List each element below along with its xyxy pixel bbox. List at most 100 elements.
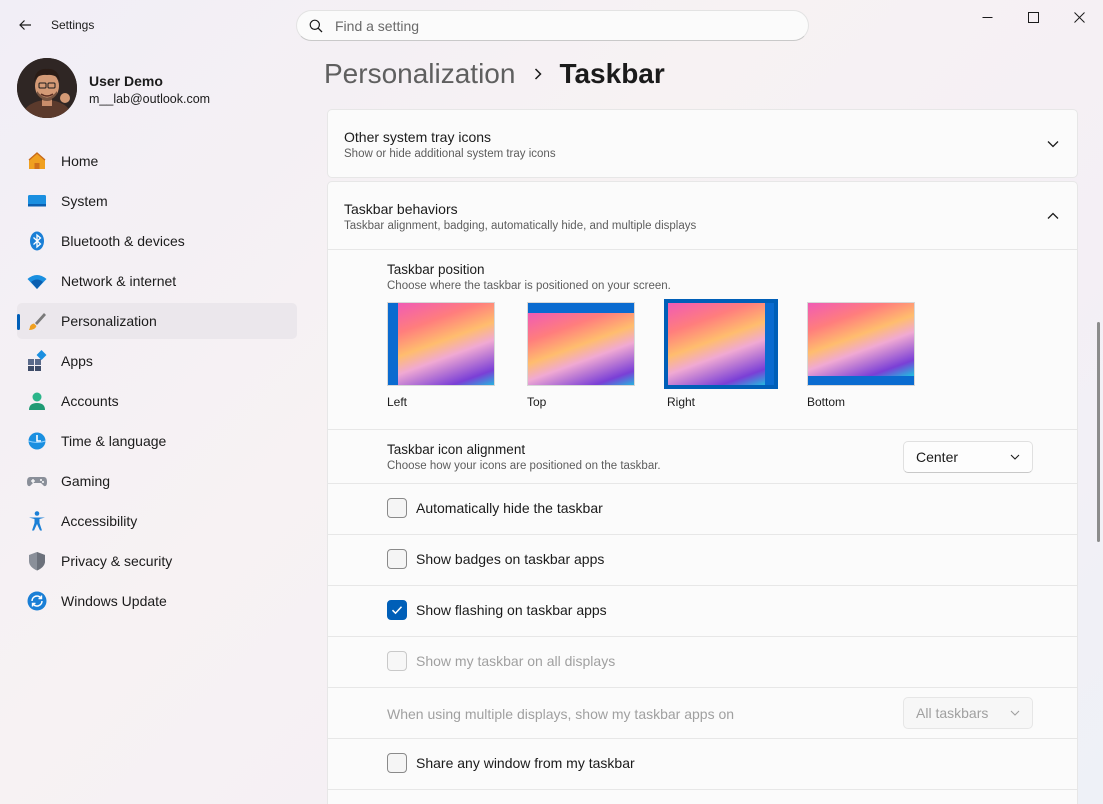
- sidebar-item-personalization[interactable]: Personalization: [17, 303, 297, 339]
- breadcrumb-parent[interactable]: Personalization: [324, 58, 515, 90]
- badges-option[interactable]: Show badges on taskbar apps: [387, 549, 604, 569]
- share-window-option[interactable]: Share any window from my taskbar: [387, 753, 635, 773]
- taskbar-behaviors-card[interactable]: Taskbar behaviors Taskbar alignment, bad…: [327, 181, 1078, 250]
- position-option-right[interactable]: [664, 299, 778, 389]
- title-bar: Settings: [0, 0, 1103, 50]
- close-button[interactable]: [1056, 0, 1102, 34]
- card-subtitle: Taskbar alignment, badging, automaticall…: [344, 220, 697, 232]
- sidebar-item-network[interactable]: Network & internet: [17, 263, 297, 299]
- checkbox-label: Share any window from my taskbar: [416, 755, 635, 771]
- time-language-icon: [26, 430, 48, 452]
- chevron-down-icon: [1010, 710, 1020, 716]
- position-option-left[interactable]: [387, 302, 495, 386]
- all-displays-row: Show my taskbar on all displays: [327, 637, 1078, 688]
- card-title: Taskbar behaviors: [344, 201, 458, 217]
- sidebar-item-windows-update[interactable]: Windows Update: [17, 583, 297, 619]
- taskbar-position-section: Taskbar position Choose where the taskba…: [327, 250, 1078, 430]
- avatar[interactable]: [17, 58, 77, 118]
- section-title: Taskbar position: [387, 262, 485, 277]
- flashing-row: Show flashing on taskbar apps: [327, 586, 1078, 637]
- sidebar-item-label: Gaming: [61, 473, 111, 489]
- sidebar-item-privacy-security[interactable]: Privacy & security: [17, 543, 297, 579]
- chevron-down-icon[interactable]: [1045, 136, 1061, 152]
- auto-hide-row: Automatically hide the taskbar: [327, 484, 1078, 535]
- gamepad-icon: [26, 470, 48, 492]
- section-title: Taskbar icon alignment: [387, 442, 526, 457]
- position-option-top[interactable]: [527, 302, 635, 386]
- position-option-bottom[interactable]: [807, 302, 915, 386]
- back-arrow-icon: [19, 20, 31, 30]
- sidebar-item-label: Personalization: [61, 313, 157, 329]
- all-displays-option: Show my taskbar on all displays: [387, 651, 615, 671]
- chevron-right-icon: [533, 67, 543, 81]
- search-input[interactable]: [335, 17, 775, 34]
- sidebar-item-bluetooth[interactable]: Bluetooth & devices: [17, 223, 297, 259]
- active-indicator: [17, 314, 20, 330]
- auto-hide-option[interactable]: Automatically hide the taskbar: [387, 498, 603, 518]
- icon-alignment-row: Taskbar icon alignment Choose how your i…: [327, 430, 1078, 484]
- search-box[interactable]: [296, 10, 809, 41]
- position-label-right: Right: [667, 395, 696, 409]
- sidebar-item-accounts[interactable]: Accounts: [17, 383, 297, 419]
- multi-display-dropdown: All taskbars: [903, 697, 1033, 729]
- position-label-left: Left: [387, 395, 408, 409]
- auto-hide-checkbox[interactable]: [387, 498, 407, 518]
- apps-icon: [26, 350, 48, 372]
- checkbox-label: Show badges on taskbar apps: [416, 551, 605, 567]
- tray-icons-card[interactable]: Other system tray icons Show or hide add…: [327, 109, 1078, 178]
- sidebar-item-label: Apps: [61, 353, 93, 369]
- update-icon: [26, 590, 48, 612]
- sidebar-item-label: System: [61, 193, 108, 209]
- sidebar-item-home[interactable]: Home: [17, 143, 297, 179]
- scrollbar-thumb[interactable]: [1097, 322, 1100, 542]
- sidebar-item-system[interactable]: System: [17, 183, 297, 219]
- multi-display-row: When using multiple displays, show my ta…: [327, 688, 1078, 739]
- sidebar-item-time-language[interactable]: Time & language: [17, 423, 297, 459]
- avatar-image: [17, 58, 77, 118]
- card-title: Other system tray icons: [344, 129, 492, 145]
- checkbox-label: Show my taskbar on all displays: [416, 653, 616, 669]
- share-window-row: Share any window from my taskbar: [327, 739, 1078, 790]
- flashing-option[interactable]: Show flashing on taskbar apps: [387, 600, 607, 620]
- share-window-checkbox[interactable]: [387, 753, 407, 773]
- checkbox-label: Automatically hide the taskbar: [416, 500, 603, 516]
- search-icon: [309, 19, 323, 32]
- sidebar-item-label: Accounts: [61, 393, 119, 409]
- flashing-checkbox[interactable]: [387, 600, 407, 620]
- dropdown-value: All taskbars: [916, 705, 989, 721]
- section-subtitle: Choose how your icons are positioned on …: [387, 460, 661, 472]
- sidebar-nav: Home System Bluetooth & devices Network …: [17, 143, 297, 623]
- minimize-button[interactable]: [964, 0, 1010, 34]
- chevron-down-icon: [1010, 454, 1020, 460]
- sidebar-item-gaming[interactable]: Gaming: [17, 463, 297, 499]
- sidebar-item-label: Time & language: [61, 433, 167, 449]
- all-displays-checkbox: [387, 651, 407, 671]
- maximize-icon: [1027, 11, 1039, 23]
- alignment-dropdown[interactable]: Center: [903, 441, 1033, 473]
- app-title: Settings: [51, 18, 95, 32]
- close-icon: [1073, 11, 1085, 23]
- next-row-partial: [327, 790, 1078, 804]
- badges-checkbox[interactable]: [387, 549, 407, 569]
- sidebar-item-apps[interactable]: Apps: [17, 343, 297, 379]
- badges-row: Show badges on taskbar apps: [327, 535, 1078, 586]
- accessibility-icon: [26, 510, 48, 532]
- sidebar-item-label: Windows Update: [61, 593, 167, 609]
- bluetooth-icon: [26, 230, 48, 252]
- back-button[interactable]: [14, 14, 36, 36]
- brush-icon: [26, 310, 48, 332]
- sidebar-item-label: Accessibility: [61, 513, 138, 529]
- position-label-bottom: Bottom: [807, 395, 846, 409]
- breadcrumb: Personalization Taskbar: [324, 58, 665, 90]
- card-subtitle: Show or hide additional system tray icon…: [344, 148, 556, 160]
- sidebar-item-label: Network & internet: [61, 273, 177, 289]
- maximize-button[interactable]: [1010, 0, 1056, 34]
- user-email: m__lab@outlook.com: [89, 92, 211, 106]
- section-subtitle: Choose where the taskbar is positioned o…: [387, 280, 671, 292]
- sidebar-item-label: Privacy & security: [61, 553, 173, 569]
- sidebar-item-accessibility[interactable]: Accessibility: [17, 503, 297, 539]
- accounts-icon: [26, 390, 48, 412]
- wifi-icon: [26, 270, 48, 292]
- chevron-up-icon[interactable]: [1045, 208, 1061, 224]
- user-profile[interactable]: User Demo m__lab@outlook.com: [17, 58, 287, 120]
